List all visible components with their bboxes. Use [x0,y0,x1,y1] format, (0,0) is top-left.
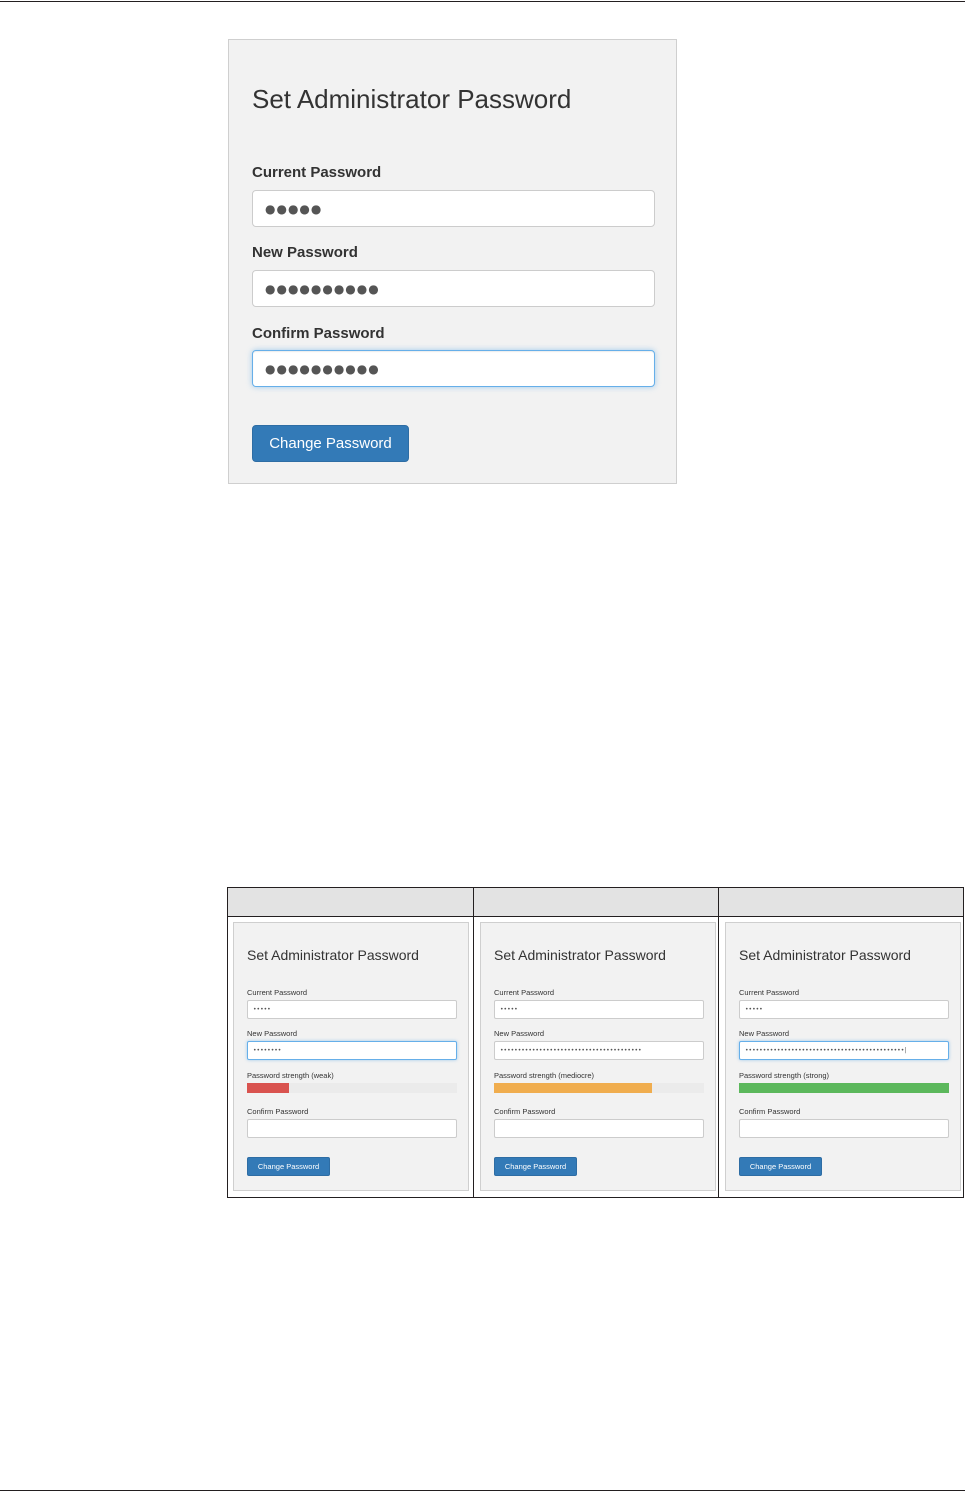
change-password-button[interactable]: Change Password [739,1157,822,1176]
password-strength-label: Password strength (weak) [247,1071,334,1080]
confirm-password-field[interactable] [247,1119,457,1138]
password-strength-fill [494,1083,652,1093]
current-password-label: Current Password [494,988,555,997]
password-strength-label: Password strength (mediocre) [494,1071,595,1080]
confirm-password-field[interactable] [739,1119,949,1138]
new-password-field[interactable]: •••••••••••••••••••••••••••••••••••••••• [494,1041,704,1060]
change-password-button[interactable]: Change Password [252,425,409,462]
set-admin-password-panel: Set Administrator Password Current Passw… [228,39,677,484]
confirm-password-label: Confirm Password [247,1107,309,1116]
password-strength-bar [247,1083,457,1093]
current-password-field[interactable]: ●●●●● [252,190,655,227]
password-strength-label: Password strength (strong) [739,1071,830,1080]
top-rule [0,1,965,2]
form-title: Set Administrator Password [494,947,666,963]
confirm-password-field[interactable] [494,1119,704,1138]
change-password-button[interactable]: Change Password [494,1157,577,1176]
new-password-label: New Password [247,1029,298,1038]
current-password-field[interactable]: ••••• [494,1000,704,1019]
confirm-password-field[interactable]: ●●●●●●●●●● [252,350,655,387]
new-password-field[interactable]: ●●●●●●●●●● [252,270,655,307]
form-title: Set Administrator Password [739,947,911,963]
password-strength-bar [739,1083,949,1093]
bottom-rule [0,1490,965,1491]
table-header-row [228,888,963,917]
new-password-label: New Password [739,1029,790,1038]
column-divider [473,888,474,1197]
password-strength-fill [739,1083,949,1093]
confirm-password-label: Confirm Password [252,325,385,342]
current-password-label: Current Password [247,988,308,997]
password-strength-fill [247,1083,289,1093]
column-divider [718,888,719,1197]
current-password-label: Current Password [739,988,800,997]
new-password-field[interactable]: ••••••••••••••••••••••••••••••••••••••••… [739,1041,949,1060]
password-strength-comparison-table: Set Administrator Password Current Passw… [227,887,964,1198]
new-password-label: New Password [252,244,358,261]
confirm-password-label: Confirm Password [739,1107,801,1116]
current-password-field[interactable]: ••••• [739,1000,949,1019]
new-password-label: New Password [494,1029,545,1038]
form-title: Set Administrator Password [247,947,419,963]
form-title: Set Administrator Password [252,84,572,114]
strong-strength-example: Set Administrator Password Current Passw… [725,922,961,1191]
current-password-field[interactable]: ••••• [247,1000,457,1019]
mediocre-strength-example: Set Administrator Password Current Passw… [480,922,716,1191]
change-password-button[interactable]: Change Password [247,1157,330,1176]
current-password-label: Current Password [252,164,382,181]
password-strength-bar [494,1083,704,1093]
confirm-password-label: Confirm Password [494,1107,556,1116]
new-password-field[interactable]: •••••••• [247,1041,457,1060]
weak-strength-example: Set Administrator Password Current Passw… [233,922,469,1191]
